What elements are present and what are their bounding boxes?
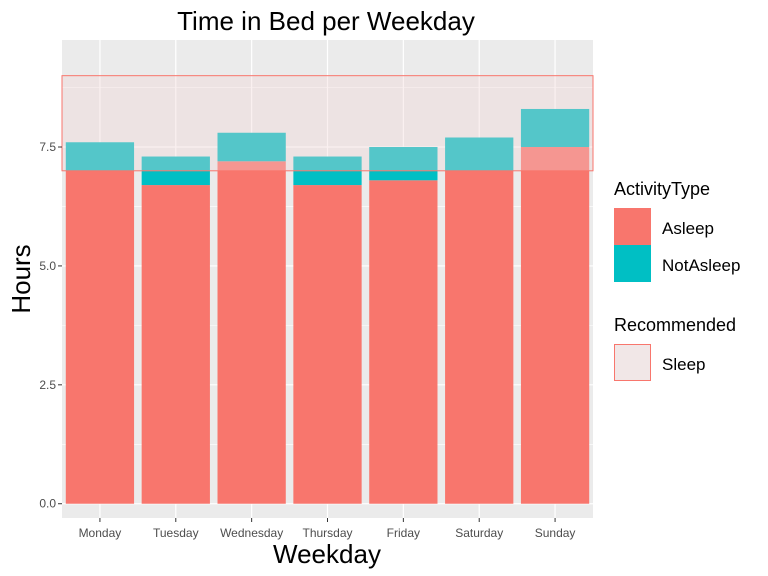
y-axis-title: Hours <box>6 244 36 313</box>
legend-key-asleep <box>614 208 651 245</box>
x-tick-label: Thursday <box>302 526 352 540</box>
bar-asleep <box>65 170 135 504</box>
x-tick-label: Tuesday <box>153 526 199 540</box>
bar-asleep <box>141 185 210 504</box>
x-tick-label: Monday <box>79 526 122 540</box>
y-tick-label: 2.5 <box>39 378 56 392</box>
x-tick-label: Friday <box>387 526 420 540</box>
bar-asleep <box>445 170 514 504</box>
y-tick-label: 7.5 <box>39 140 56 154</box>
x-axis-title: Weekday <box>273 539 381 569</box>
x-tick-label: Sunday <box>535 526 576 540</box>
legend-title-recommended: Recommended <box>614 315 736 335</box>
chart: Time in Bed per Weekday 0.0 2.5 5.0 7.5 Mon… <box>0 0 768 576</box>
legend-title-activity: ActivityType <box>614 179 710 199</box>
x-tick-label: Wednesday <box>220 526 283 540</box>
y-tick-label: 0.0 <box>39 497 56 511</box>
legend-label-sleep: Sleep <box>662 355 705 374</box>
legend-key-notasleep <box>614 245 651 282</box>
recommended-band-rect <box>61 75 594 172</box>
legend-label-notasleep: NotAsleep <box>662 256 740 275</box>
legend-key-sleep <box>614 344 651 381</box>
y-tick-label: 5.0 <box>39 259 56 273</box>
chart-title: Time in Bed per Weekday <box>177 6 475 36</box>
bar-asleep <box>369 180 438 504</box>
recommended-band <box>61 75 594 172</box>
bar-asleep <box>293 185 362 504</box>
legend-label-asleep: Asleep <box>662 219 714 238</box>
bar-asleep <box>217 161 286 504</box>
bar-asleep <box>520 147 590 504</box>
x-tick-label: Saturday <box>455 526 503 540</box>
